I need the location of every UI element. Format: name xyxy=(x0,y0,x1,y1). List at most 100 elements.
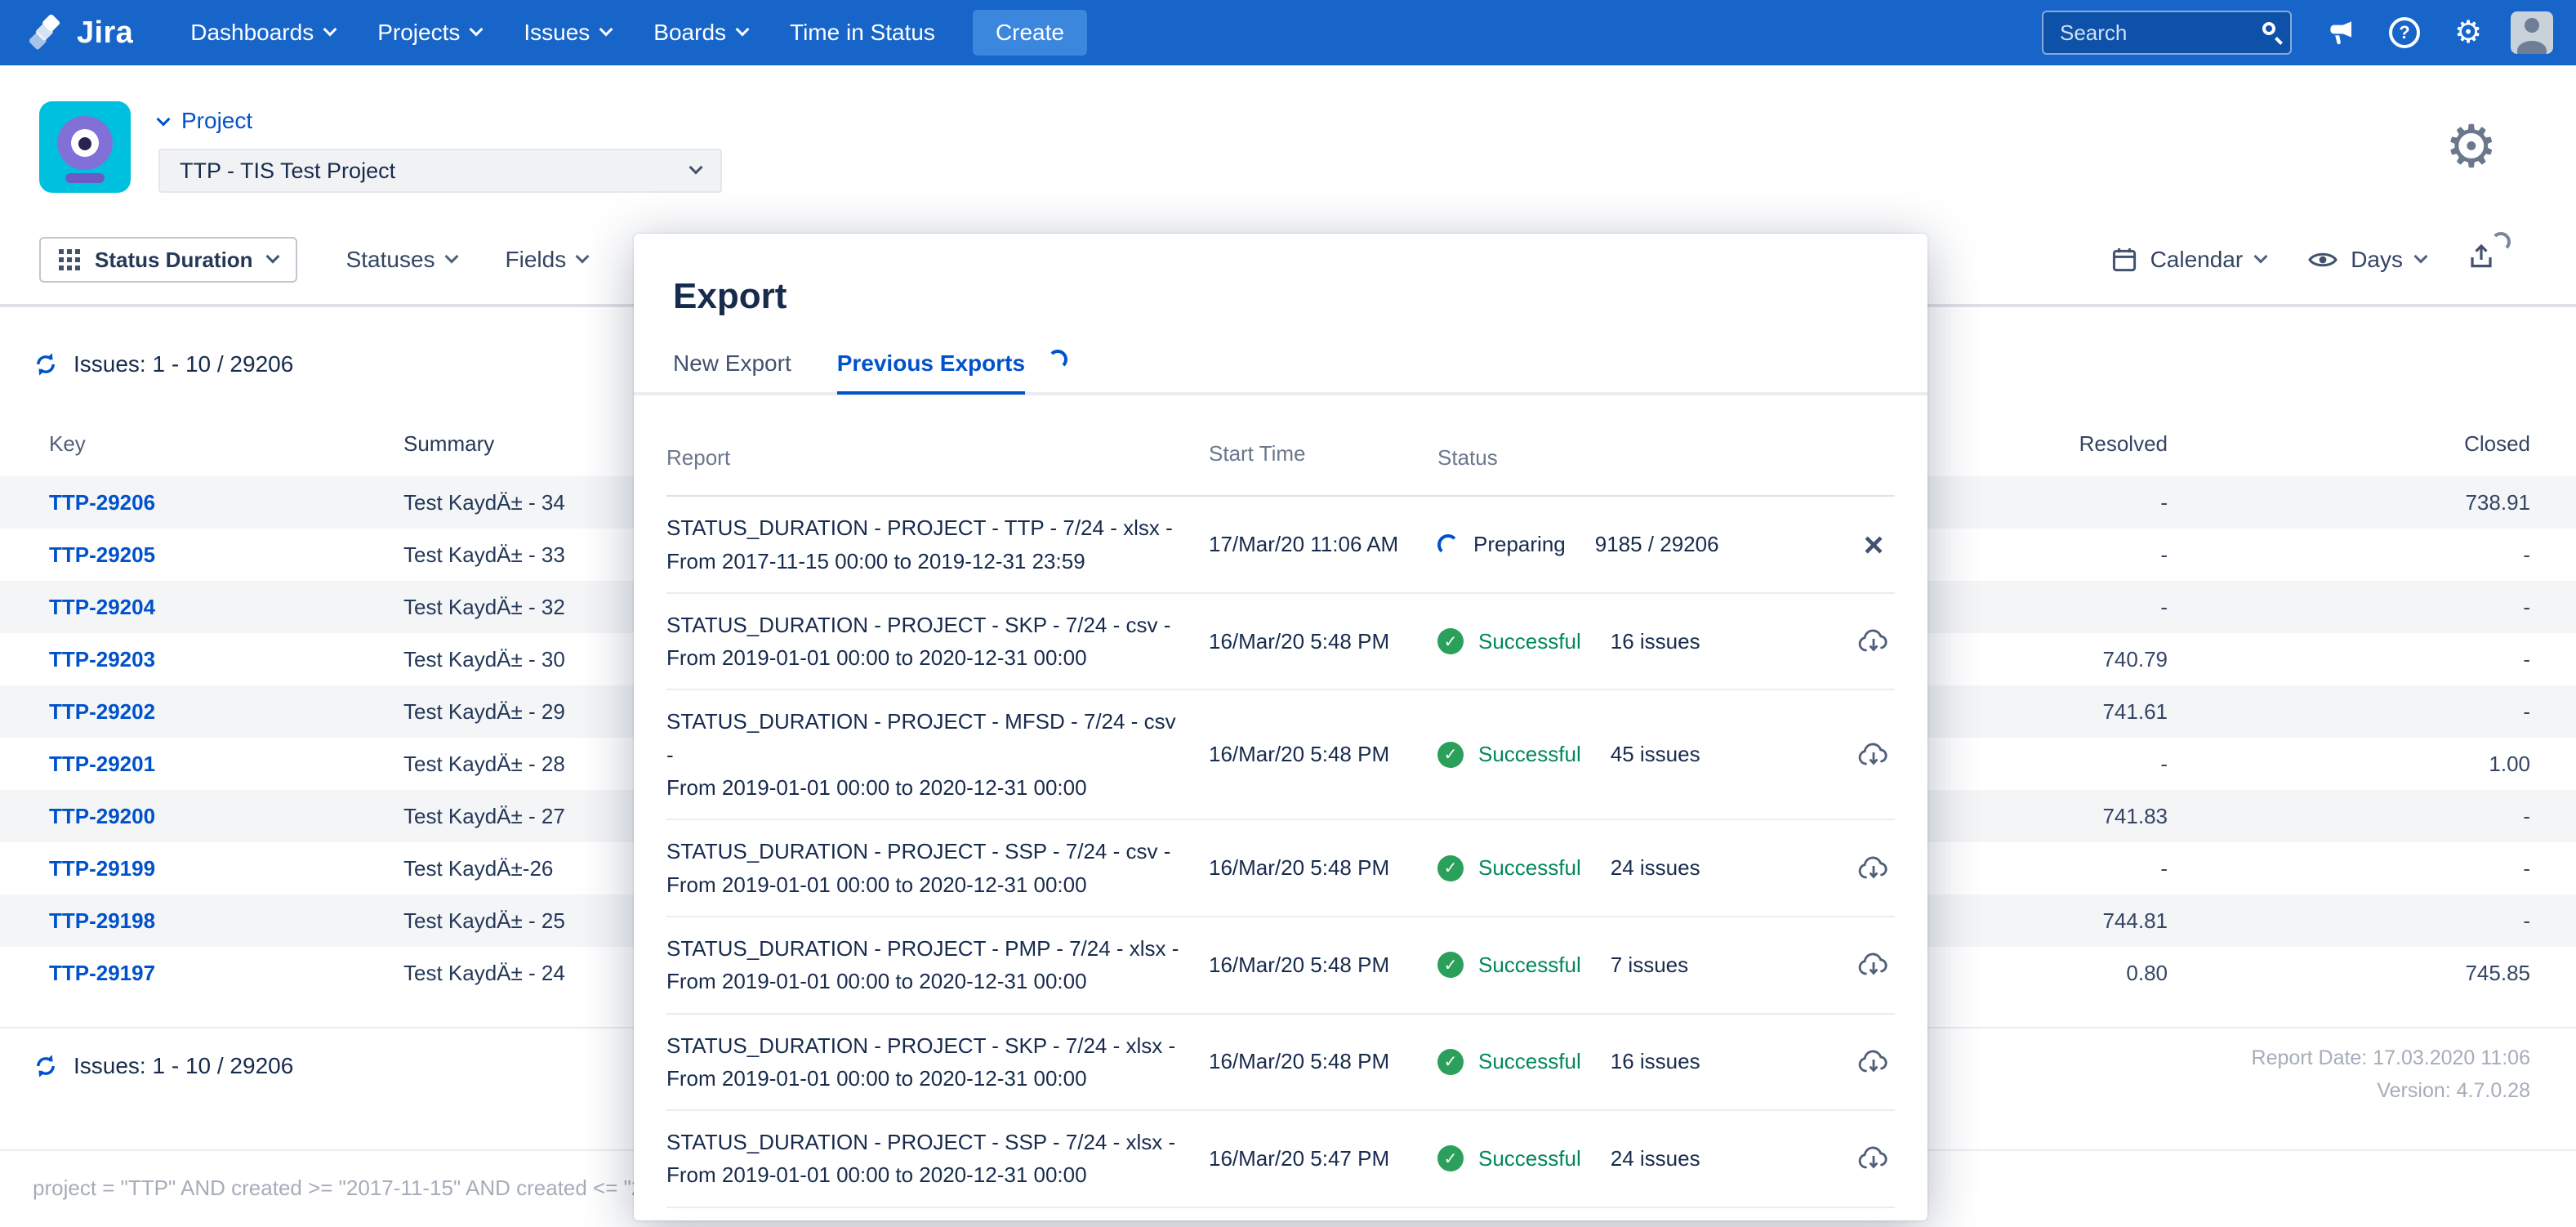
tab-new-export[interactable]: New Export xyxy=(673,350,791,395)
export-status-cell: ✓ Preparing 9185 / 29206 xyxy=(1437,532,1852,557)
download-icon[interactable] xyxy=(1857,855,1890,881)
check-glyph: ✓ xyxy=(1444,631,1458,652)
page-settings-icon[interactable]: ⚙ xyxy=(2445,118,2498,176)
days-dropdown[interactable]: Days xyxy=(2308,247,2426,273)
issue-key-link[interactable]: TTP-29197 xyxy=(49,961,403,986)
days-label: Days xyxy=(2351,247,2403,273)
brand-name: Jira xyxy=(77,16,133,51)
nav-menu-item[interactable]: Projects xyxy=(377,20,481,46)
calendar-dropdown[interactable]: Calendar xyxy=(2111,247,2266,273)
export-action-cell: × xyxy=(1852,1049,1895,1075)
nav-menu-item[interactable]: Issues xyxy=(524,20,611,46)
chevron-down-icon xyxy=(2414,250,2428,264)
project-avatar[interactable] xyxy=(39,101,131,193)
export-status-label: Successful xyxy=(1478,1146,1581,1171)
download-icon[interactable] xyxy=(1857,742,1890,768)
issue-closed-value: - xyxy=(2168,595,2530,620)
chevron-down-icon xyxy=(599,23,613,37)
issue-closed-value: 745.85 xyxy=(2168,961,2530,986)
export-report-line1: STATUS_DURATION - PROJECT - SSP - 7/24 -… xyxy=(666,1126,1186,1158)
export-report-name: STATUS_DURATION - PROJECT - SSP - 7/24 -… xyxy=(666,835,1209,901)
export-status-cell: ✓ Successful 24 issues xyxy=(1437,855,1852,881)
export-start-time: 16/Mar/20 5:48 PM xyxy=(1209,953,1437,978)
create-button[interactable]: Create xyxy=(973,10,1087,56)
export-action-cell: × xyxy=(1852,855,1895,881)
cancel-export-icon[interactable]: × xyxy=(1864,528,1884,562)
check-glyph: ✓ xyxy=(1444,858,1458,878)
project-breadcrumb[interactable]: Project xyxy=(158,108,722,134)
fields-dropdown[interactable]: Fields xyxy=(506,247,588,273)
nav-menu-item-label: Projects xyxy=(377,20,460,46)
issue-closed-value: - xyxy=(2168,699,2530,725)
chevron-down-icon xyxy=(265,250,279,264)
issue-key-link[interactable]: TTP-29198 xyxy=(49,908,403,934)
chevron-down-icon xyxy=(470,23,484,37)
issue-key-link[interactable]: TTP-29203 xyxy=(49,647,403,672)
issue-resolved-value: - xyxy=(1972,752,2168,777)
issue-key-link[interactable]: TTP-29206 xyxy=(49,490,403,515)
issue-resolved-value: 741.83 xyxy=(1972,804,2168,829)
nav-menu-item[interactable]: Boards xyxy=(653,20,747,46)
nav-menu-item-label: Boards xyxy=(653,20,726,46)
success-check-icon: ✓ xyxy=(1437,1049,1464,1075)
export-report-line2: From 2019-01-01 00:00 to 2020-12-31 00:0… xyxy=(666,868,1186,901)
column-header-key: Key xyxy=(49,431,403,457)
issue-key-link[interactable]: TTP-29204 xyxy=(49,595,403,620)
export-status-label: Successful xyxy=(1478,953,1581,978)
nav-right-cluster: ? ⚙ xyxy=(2042,11,2553,55)
search-input[interactable] xyxy=(2042,11,2292,55)
modal-title: Export xyxy=(634,234,1928,350)
success-check-icon: ✓ xyxy=(1437,952,1464,978)
check-glyph: ✓ xyxy=(1444,1051,1458,1072)
download-icon[interactable] xyxy=(1857,1145,1890,1171)
nav-menu-item-label: Time in Status xyxy=(790,20,935,46)
export-status-detail: 7 issues xyxy=(1611,953,1688,978)
issue-key-link[interactable]: TTP-29201 xyxy=(49,752,403,777)
check-glyph: ✓ xyxy=(1444,955,1458,975)
download-icon[interactable] xyxy=(1857,1049,1890,1075)
export-report-line2: From 2019-01-01 00:00 to 2020-12-31 00:0… xyxy=(666,965,1186,997)
issue-resolved-value: - xyxy=(1972,542,2168,568)
report-type-label: Status Duration xyxy=(95,248,253,273)
refresh-icon[interactable] xyxy=(33,351,59,377)
issue-resolved-value: 0.80 xyxy=(1972,961,2168,986)
tab-previous-exports[interactable]: Previous Exports xyxy=(837,350,1025,395)
help-icon[interactable]: ? xyxy=(2383,11,2426,54)
download-icon[interactable] xyxy=(1857,628,1890,654)
announcement-icon[interactable] xyxy=(2320,11,2362,54)
download-icon[interactable] xyxy=(1857,952,1890,978)
issue-key-link[interactable]: TTP-29202 xyxy=(49,699,403,725)
jira-home-link[interactable]: Jira xyxy=(29,15,133,51)
nav-menu-item[interactable]: Dashboards xyxy=(190,20,335,46)
issue-key-link[interactable]: TTP-29199 xyxy=(49,856,403,881)
issue-key-link[interactable]: TTP-29200 xyxy=(49,804,403,829)
export-status-detail: 45 issues xyxy=(1611,742,1700,767)
user-avatar[interactable] xyxy=(2511,11,2553,54)
export-report-line2: From 2019-01-01 00:00 to 2020-12-31 00:0… xyxy=(666,1062,1186,1095)
export-icon xyxy=(2468,243,2494,270)
export-report-line1: STATUS_DURATION - PROJECT - SKP - 7/24 -… xyxy=(666,609,1186,641)
export-status-label: Successful xyxy=(1478,629,1581,654)
success-check-icon: ✓ xyxy=(1437,1145,1464,1171)
issue-key-link[interactable]: TTP-29205 xyxy=(49,542,403,568)
issues-count-label: Issues: 1 - 10 / 29206 xyxy=(74,1053,293,1079)
statuses-dropdown[interactable]: Statuses xyxy=(346,247,457,273)
export-button[interactable] xyxy=(2468,243,2494,276)
report-type-button[interactable]: Status Duration xyxy=(39,237,297,283)
export-report-name: STATUS_DURATION - PROJECT - SSP - 7/24 -… xyxy=(666,1126,1209,1192)
issue-resolved-value: - xyxy=(1972,595,2168,620)
search-box[interactable] xyxy=(2042,11,2292,55)
settings-icon[interactable]: ⚙ xyxy=(2447,11,2489,54)
export-row: STATUS_DURATION - PROJECT - PMP - 7/24 -… xyxy=(666,917,1895,1015)
project-select[interactable]: TTP - TIS Test Project xyxy=(158,149,722,193)
calendar-icon xyxy=(2111,247,2137,273)
export-modal: Export New Export Previous Exports Repor… xyxy=(634,234,1928,1220)
export-status-cell: ✓ Successful 16 issues xyxy=(1437,628,1852,654)
issue-closed-value: 738.91 xyxy=(2168,490,2530,515)
nav-menu-item-label: Issues xyxy=(524,20,590,46)
export-row: STATUS_DURATION - PROJECT - SKP - 7/24 -… xyxy=(666,594,1895,691)
export-report-name: STATUS_DURATION - PROJECT - SKP - 7/24 -… xyxy=(666,609,1209,675)
nav-menu-item[interactable]: Time in Status xyxy=(790,20,935,46)
export-report-line2: From 2019-01-01 00:00 to 2020-12-31 00:0… xyxy=(666,1158,1186,1191)
refresh-icon[interactable] xyxy=(33,1053,59,1079)
